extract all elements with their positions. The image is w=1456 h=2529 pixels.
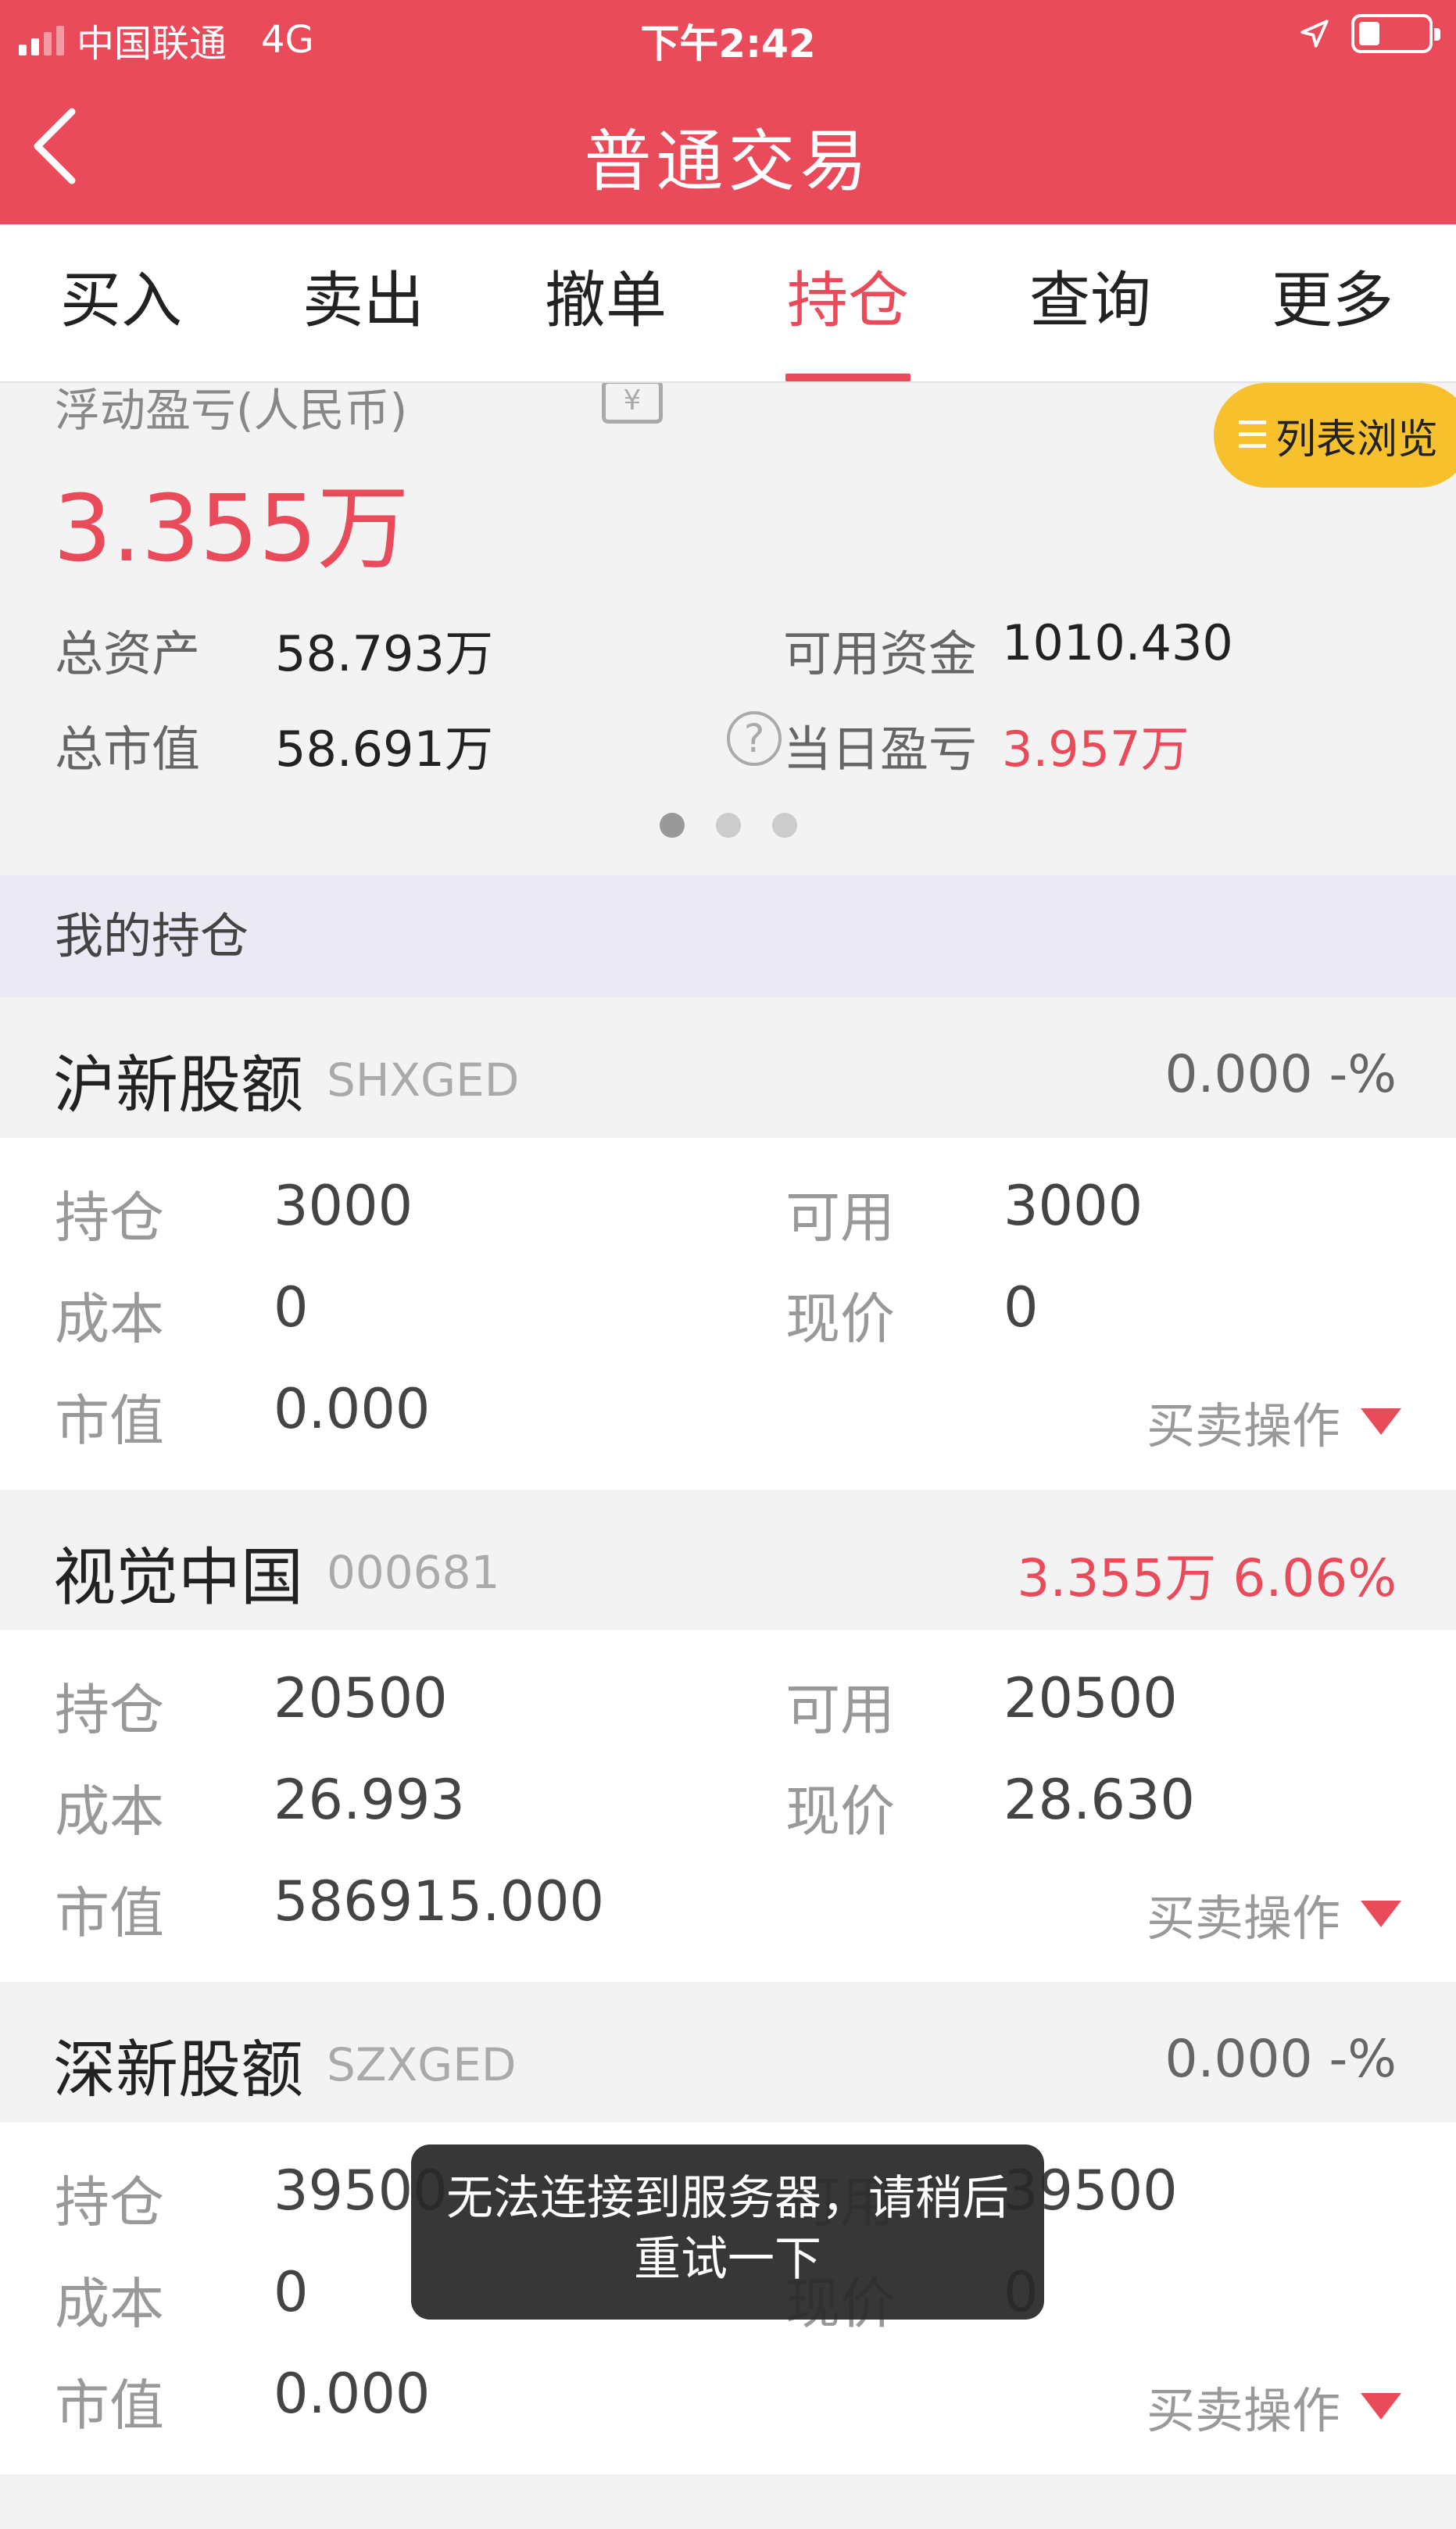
stock-name: 沪新股额 bbox=[53, 1049, 303, 1121]
list-view-label: 列表浏览 bbox=[1275, 416, 1439, 463]
tab-buy[interactable]: 买入 bbox=[0, 224, 242, 381]
floating-pl-value: 3.355万 bbox=[53, 474, 410, 582]
total-market-value-label: 总市值 bbox=[55, 721, 201, 778]
list-icon: ☰ bbox=[1236, 413, 1270, 457]
market-value-value: 0.000 bbox=[274, 2362, 431, 2426]
market-value-label: 市值 bbox=[55, 1389, 164, 1453]
cost-value: 0 bbox=[274, 2260, 309, 2324]
stock-name: 深新股额 bbox=[53, 2034, 303, 2106]
tab-holdings[interactable]: 持仓 bbox=[727, 224, 969, 381]
holdings-section-title: 我的持仓 bbox=[0, 875, 1456, 997]
status-right bbox=[1298, 14, 1440, 53]
nav-bar: 普通交易 bbox=[0, 72, 1456, 224]
tab-cancel-order[interactable]: 撤单 bbox=[485, 224, 727, 381]
account-summary[interactable]: 浮动盈亏(人民币) ¥ ☰ 列表浏览 3.355万 总资产 58.793万 可用… bbox=[0, 383, 1456, 875]
position-value: 3000 bbox=[274, 1174, 413, 1238]
app-screen: 中国联通 4G 下午2:42 普通交易 买入 卖出 撤单 持仓 查询 更多 浮动… bbox=[0, 0, 1456, 2529]
caret-down-icon bbox=[1361, 1408, 1401, 1435]
status-bar: 中国联通 4G 下午2:42 bbox=[0, 0, 1456, 72]
price-label: 现价 bbox=[785, 1287, 895, 1351]
holding-header[interactable]: 深新股额 SZXGED 0.000 -% bbox=[0, 1982, 1456, 2123]
price-value: 28.630 bbox=[1003, 1768, 1195, 1832]
stock-change: 0.000 -% bbox=[1164, 2029, 1397, 2089]
trade-operation-label: 买卖操作 bbox=[1146, 2382, 1340, 2439]
status-time: 下午2:42 bbox=[640, 21, 816, 66]
cost-label: 成本 bbox=[55, 1287, 164, 1351]
toast-line-2: 重试一下 bbox=[634, 2232, 821, 2287]
page-dot bbox=[771, 813, 797, 838]
market-value-value: 0.000 bbox=[274, 1377, 431, 1441]
help-icon[interactable]: ? bbox=[727, 711, 782, 766]
tab-sell[interactable]: 卖出 bbox=[242, 224, 485, 381]
cost-value: 0 bbox=[274, 1275, 309, 1340]
available-label: 可用 bbox=[785, 1678, 895, 1742]
page-title: 普通交易 bbox=[584, 123, 872, 201]
stock-code: SZXGED bbox=[327, 2038, 517, 2091]
floating-pl-label: 浮动盈亏(人民币) bbox=[55, 384, 408, 437]
header: 中国联通 4G 下午2:42 普通交易 bbox=[0, 0, 1456, 224]
location-arrow-icon bbox=[1300, 20, 1329, 48]
total-market-value-value: 58.691万 bbox=[275, 721, 493, 778]
holding-header[interactable]: 视觉中国 000681 3.355万 6.06% bbox=[0, 1490, 1456, 1630]
error-toast: 无法连接到服务器，请稍后 重试一下 bbox=[411, 2144, 1044, 2320]
stock-name: 视觉中国 bbox=[53, 1541, 303, 1614]
stock-code: SHXGED bbox=[327, 1053, 520, 1107]
market-value-label: 市值 bbox=[55, 1881, 164, 1945]
trade-operation-button[interactable]: 买卖操作 bbox=[1147, 1386, 1401, 1457]
tab-query[interactable]: 查询 bbox=[969, 224, 1211, 381]
caret-down-icon bbox=[1361, 1901, 1401, 1927]
cost-label: 成本 bbox=[55, 1780, 164, 1844]
toast-line-1: 无法连接到服务器，请稍后 bbox=[446, 2171, 1009, 2226]
trade-operation-label: 买卖操作 bbox=[1146, 1397, 1340, 1454]
currency-icon[interactable]: ¥ bbox=[602, 383, 663, 424]
market-value-value: 586915.000 bbox=[274, 1869, 605, 1933]
available-funds-label: 可用资金 bbox=[783, 625, 978, 682]
position-label: 持仓 bbox=[55, 1678, 164, 1742]
tab-bar: 买入 卖出 撤单 持仓 查询 更多 bbox=[0, 224, 1456, 383]
page-indicator bbox=[0, 813, 1456, 838]
cost-label: 成本 bbox=[55, 2272, 164, 2336]
position-value: 20500 bbox=[274, 1666, 448, 1730]
cost-value: 26.993 bbox=[274, 1768, 465, 1832]
available-value: 20500 bbox=[1003, 1666, 1178, 1730]
caret-down-icon bbox=[1361, 2393, 1401, 2420]
trade-operation-button[interactable]: 买卖操作 bbox=[1147, 1879, 1401, 1949]
page-dot bbox=[659, 813, 685, 838]
total-assets-value: 58.793万 bbox=[275, 625, 493, 682]
holding-details: 持仓 20500 可用 20500 成本 26.993 现价 28.630 市值… bbox=[0, 1630, 1456, 1982]
active-tab-indicator bbox=[785, 374, 910, 381]
holding-details: 持仓 3000 可用 3000 成本 0 现价 0 市值 0.000 买卖操作 bbox=[0, 1138, 1456, 1490]
price-value: 0 bbox=[1003, 1275, 1039, 1340]
list-view-button[interactable]: ☰ 列表浏览 bbox=[1214, 383, 1456, 488]
available-value: 3000 bbox=[1003, 1174, 1143, 1238]
position-label: 持仓 bbox=[55, 2170, 164, 2234]
available-label: 可用 bbox=[785, 1186, 895, 1250]
tab-more[interactable]: 更多 bbox=[1211, 224, 1454, 381]
market-value-label: 市值 bbox=[55, 2373, 164, 2438]
position-label: 持仓 bbox=[55, 1186, 164, 1250]
daily-pl-label: 当日盈亏 bbox=[783, 721, 978, 778]
page-dot bbox=[715, 813, 741, 838]
total-assets-label: 总资产 bbox=[55, 625, 201, 682]
trade-operation-button[interactable]: 买卖操作 bbox=[1147, 2371, 1401, 2441]
price-label: 现价 bbox=[785, 1780, 895, 1844]
stock-change: 3.355万 6.06% bbox=[1017, 1548, 1397, 1608]
stock-change: 0.000 -% bbox=[1164, 1044, 1397, 1104]
daily-pl-value: 3.957万 bbox=[1002, 721, 1189, 778]
trade-operation-label: 买卖操作 bbox=[1146, 1890, 1340, 1947]
holding-header[interactable]: 沪新股额 SHXGED 0.000 -% bbox=[0, 997, 1456, 1138]
battery-icon bbox=[1351, 14, 1440, 53]
available-funds-value: 1010.430 bbox=[1002, 614, 1233, 671]
stock-code: 000681 bbox=[327, 1546, 500, 1599]
